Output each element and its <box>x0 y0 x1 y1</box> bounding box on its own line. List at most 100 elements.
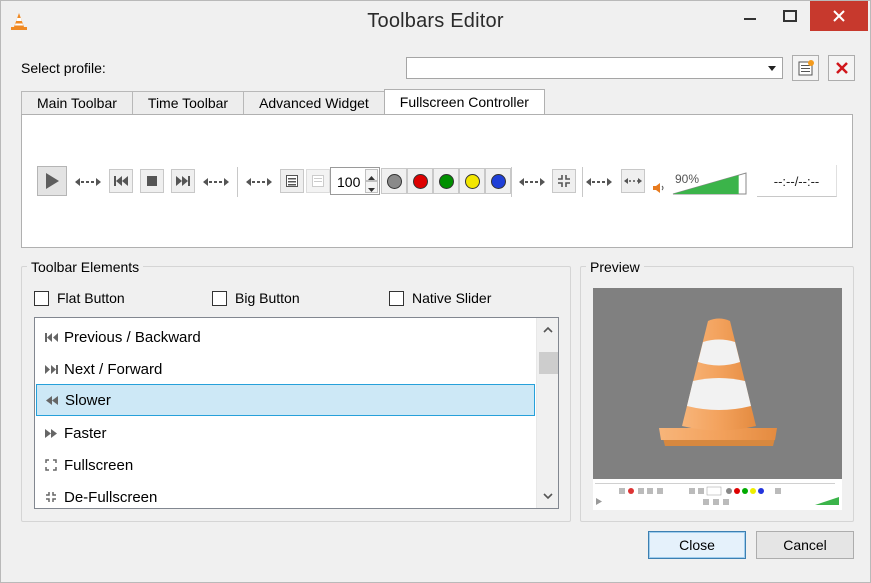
speed-value: 100 <box>337 174 361 190</box>
scroll-down-button[interactable] <box>537 486 558 506</box>
previous-icon <box>44 332 58 342</box>
playlist-icon <box>286 175 298 187</box>
spacer-widget[interactable] <box>246 175 272 189</box>
yellow-dot-icon <box>464 173 480 189</box>
spacer-widget[interactable] <box>203 175 229 189</box>
list-item-slower[interactable]: Slower <box>36 384 535 416</box>
separator[interactable] <box>237 167 239 197</box>
toolbar-elements-title: Toolbar Elements <box>27 259 144 275</box>
list-item-label: De-Fullscreen <box>64 488 158 506</box>
list-item-faster[interactable]: Faster <box>36 417 535 449</box>
spacer-arrows-icon <box>246 178 272 186</box>
list-item-label: Next / Forward <box>64 360 163 378</box>
color-dot-blue[interactable] <box>485 168 511 194</box>
previous-button[interactable] <box>109 169 133 193</box>
toolbar-tabs: Main Toolbar Time Toolbar Advanced Widge… <box>21 89 545 115</box>
flat-button-checkbox[interactable]: Flat Button <box>34 290 125 306</box>
close-button[interactable]: Close <box>648 531 746 559</box>
checkbox-box[interactable] <box>389 290 404 306</box>
spacer-box-button[interactable] <box>621 169 645 193</box>
delete-profile-button[interactable] <box>828 55 855 81</box>
profile-list-icon <box>798 60 814 76</box>
maximize-button[interactable] <box>771 1 809 31</box>
list-item-label: Slower <box>65 391 111 409</box>
checkbox-box[interactable] <box>212 290 227 306</box>
time-display: --:--/--:-- <box>757 165 837 197</box>
expanding-spacer-widget[interactable] <box>586 175 612 189</box>
tab-advanced-widget[interactable]: Advanced Widget <box>243 91 385 115</box>
maximize-icon <box>783 10 797 22</box>
color-dot-red[interactable] <box>407 168 433 194</box>
list-item-label: Fullscreen <box>64 456 134 474</box>
green-dot-icon <box>438 173 454 189</box>
spin-up-button[interactable] <box>365 169 378 181</box>
scroll-thumb[interactable] <box>539 352 558 374</box>
select-profile-label: Select profile: <box>21 60 106 76</box>
speaker-icon[interactable] <box>652 181 666 195</box>
defullscreen-button[interactable] <box>552 169 576 193</box>
minimize-icon <box>744 18 756 20</box>
profile-dropdown[interactable] <box>406 57 783 79</box>
stop-icon <box>147 176 157 186</box>
chevron-down-icon <box>543 493 553 500</box>
minimize-button[interactable] <box>731 1 769 31</box>
checkbox-box[interactable] <box>34 290 49 306</box>
slower-icon <box>46 395 58 405</box>
color-dot-yellow[interactable] <box>459 168 485 194</box>
window-close-button[interactable] <box>810 1 868 31</box>
flat-button-label: Flat Button <box>57 290 125 306</box>
previous-icon <box>114 176 128 186</box>
spacer-arrows-icon <box>203 178 229 186</box>
play-button[interactable] <box>37 166 67 196</box>
tab-main-toolbar[interactable]: Main Toolbar <box>21 91 133 115</box>
list-item-label: Previous / Backward <box>64 328 201 346</box>
spacer-widget[interactable] <box>75 175 101 189</box>
spacer-arrows-icon <box>586 178 612 186</box>
list-item-fullscreen[interactable]: Fullscreen <box>36 449 535 481</box>
preview-controller-icons <box>595 483 839 505</box>
play-icon <box>46 173 59 189</box>
separator[interactable] <box>582 167 584 197</box>
toolbar-elements-list[interactable]: Previous / Backward Next / Forward Slowe… <box>34 317 559 509</box>
next-button[interactable] <box>171 169 195 193</box>
native-slider-checkbox[interactable]: Native Slider <box>389 290 491 306</box>
title-bar: Toolbars Editor <box>1 1 870 41</box>
new-profile-button[interactable] <box>792 55 819 81</box>
vlc-cone-icon <box>659 318 777 446</box>
playlist-button[interactable] <box>280 169 304 193</box>
tab-time-toolbar[interactable]: Time Toolbar <box>131 91 245 115</box>
red-dot-icon <box>412 173 428 189</box>
chevron-down-icon <box>768 66 776 71</box>
list-item-previous[interactable]: Previous / Backward <box>36 321 535 353</box>
separator[interactable] <box>511 167 513 197</box>
scroll-up-button[interactable] <box>537 320 558 340</box>
spacer-arrows-icon <box>75 178 101 186</box>
next-icon <box>44 364 58 374</box>
toolbars-editor-window: Toolbars Editor Select profile: Main Too… <box>0 0 871 583</box>
tab-fullscreen-controller[interactable]: Fullscreen Controller <box>383 89 545 114</box>
extended-settings-button[interactable] <box>306 169 330 193</box>
cancel-button[interactable]: Cancel <box>756 531 854 559</box>
big-button-checkbox[interactable]: Big Button <box>212 290 300 306</box>
list-item-next[interactable]: Next / Forward <box>36 353 535 385</box>
list-item-label: Faster <box>64 424 107 442</box>
preview-title: Preview <box>586 259 644 275</box>
spacer-widget[interactable] <box>519 175 545 189</box>
gray-dot-icon <box>386 173 402 189</box>
big-button-label: Big Button <box>235 290 300 306</box>
speed-spinbox[interactable]: 100 <box>330 167 380 195</box>
extended-settings-icon <box>312 175 324 187</box>
stop-button[interactable] <box>140 169 164 193</box>
preview-image <box>593 288 842 510</box>
list-item-defullscreen[interactable]: De-Fullscreen <box>36 481 535 508</box>
list-scrollbar[interactable] <box>536 318 558 508</box>
preview-controller-strip <box>593 479 842 510</box>
next-icon <box>176 176 190 186</box>
volume-slider[interactable] <box>672 172 748 196</box>
color-dot-gray[interactable] <box>381 168 407 194</box>
color-dot-green[interactable] <box>433 168 459 194</box>
spin-down-button[interactable] <box>365 181 378 193</box>
native-slider-label: Native Slider <box>412 290 492 306</box>
close-icon <box>833 10 845 22</box>
chevron-up-icon <box>543 326 553 333</box>
